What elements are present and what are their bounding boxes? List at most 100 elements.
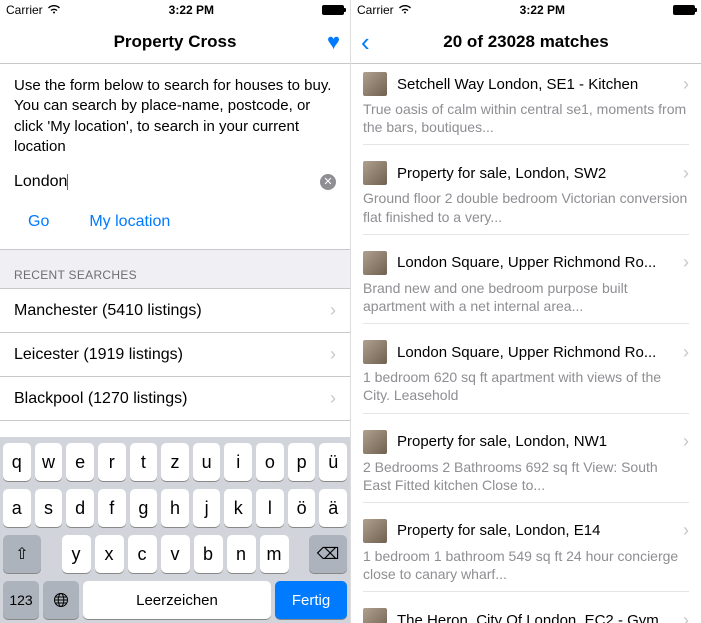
- letter-key-w[interactable]: w: [35, 443, 63, 481]
- letter-key-ä[interactable]: ä: [319, 489, 347, 527]
- result-description: Ground floor 2 double bedroom Victorian …: [363, 189, 689, 234]
- letter-key-a[interactable]: a: [3, 489, 31, 527]
- page-title: Property Cross: [50, 32, 300, 52]
- search-input-value: London: [14, 173, 67, 191]
- letter-key-d[interactable]: d: [66, 489, 94, 527]
- chevron-right-icon: ›: [330, 300, 336, 321]
- result-item[interactable]: Setchell Way London, SE1 - Kitchen › True …: [351, 64, 701, 153]
- letter-key-c[interactable]: c: [128, 535, 157, 573]
- result-item[interactable]: London Square, Upper Richmond Ro...›1 be…: [351, 332, 701, 421]
- search-field-row: London ✕: [0, 165, 350, 199]
- result-title: Setchell Way London, SE1 - Kitchen: [397, 76, 673, 93]
- recent-search-item[interactable]: Leicester (1919 listings) ›: [0, 333, 350, 377]
- search-input[interactable]: London: [14, 173, 320, 191]
- shift-key[interactable]: ⇧: [3, 535, 41, 573]
- result-item[interactable]: Property for sale, London, E14 › 1 bedroom…: [351, 511, 701, 600]
- letter-key-f[interactable]: f: [98, 489, 126, 527]
- instructions-text: Use the form below to search for houses …: [0, 64, 350, 165]
- search-screen: Carrier 3:22 PM Property Cross ♥ Use the…: [0, 0, 350, 623]
- numbers-key[interactable]: 123: [3, 581, 39, 619]
- navbar: ‹ 20 of 23028 matches: [351, 20, 701, 64]
- letter-key-p[interactable]: p: [288, 443, 316, 481]
- letter-key-n[interactable]: n: [227, 535, 256, 573]
- letter-key-j[interactable]: j: [193, 489, 221, 527]
- space-key[interactable]: Leerzeichen: [83, 581, 271, 619]
- letter-key-z[interactable]: z: [161, 443, 189, 481]
- go-button[interactable]: Go: [28, 213, 49, 231]
- navbar: Property Cross ♥: [0, 20, 350, 64]
- wifi-icon: [398, 3, 412, 17]
- result-thumbnail: [363, 608, 387, 623]
- recent-search-label: Blackpool (1270 listings): [14, 390, 187, 408]
- letter-key-l[interactable]: l: [256, 489, 284, 527]
- clock: 3:22 PM: [61, 3, 322, 17]
- letter-key-v[interactable]: v: [161, 535, 190, 573]
- chevron-right-icon: ›: [683, 74, 689, 95]
- letter-key-u[interactable]: u: [193, 443, 221, 481]
- favorites-heart-icon[interactable]: ♥: [327, 29, 340, 55]
- letter-key-y[interactable]: y: [62, 535, 91, 573]
- results-list: Setchell Way London, SE1 - Kitchen › True …: [351, 64, 701, 623]
- recent-searches-list: Manchester (5410 listings) › Leicester (…: [0, 289, 350, 421]
- carrier-label: Carrier: [6, 3, 43, 17]
- back-button[interactable]: ‹: [361, 29, 370, 55]
- action-buttons: Go My location: [0, 199, 350, 249]
- result-title: London Square, Upper Richmond Ro...: [397, 254, 673, 271]
- text-cursor: [67, 174, 68, 190]
- chevron-right-icon: ›: [683, 252, 689, 273]
- letter-key-g[interactable]: g: [130, 489, 158, 527]
- result-item[interactable]: London Square, Upper Richmond Ro... › Bran…: [351, 243, 701, 332]
- result-description: Brand new and one bedroom purpose built …: [363, 279, 689, 324]
- carrier-label: Carrier: [357, 3, 394, 17]
- result-thumbnail: [363, 72, 387, 96]
- battery-icon: [322, 5, 344, 15]
- result-description: 1 bedroom 620 sq ft apartment with views…: [363, 368, 689, 413]
- globe-key[interactable]: [43, 581, 79, 619]
- result-thumbnail: [363, 519, 387, 543]
- wifi-icon: [47, 3, 61, 17]
- result-description: True oasis of calm within central se1, m…: [363, 100, 689, 145]
- status-bar: Carrier 3:22 PM: [0, 0, 350, 20]
- recent-search-label: Manchester (5410 listings): [14, 302, 202, 320]
- letter-key-h[interactable]: h: [161, 489, 189, 527]
- chevron-right-icon: ›: [330, 344, 336, 365]
- result-description: 1 bedroom 1 bathroom 549 sq ft 24 hour c…: [363, 547, 689, 592]
- result-thumbnail: [363, 340, 387, 364]
- clock: 3:22 PM: [412, 3, 673, 17]
- letter-key-e[interactable]: e: [66, 443, 94, 481]
- result-title: Property for sale, London, E14: [397, 522, 673, 539]
- battery-icon: [673, 5, 695, 15]
- result-description: 2 Bedrooms 2 Bathrooms 692 sq ft View: S…: [363, 458, 689, 503]
- status-bar: Carrier 3:22 PM: [351, 0, 701, 20]
- result-thumbnail: [363, 430, 387, 454]
- result-item[interactable]: The Heron, City Of London, EC2 - Gym›Gal…: [351, 600, 701, 623]
- result-title: Property for sale, London, SW2: [397, 165, 673, 182]
- letter-key-q[interactable]: q: [3, 443, 31, 481]
- recent-searches-header: RECENT SEARCHES: [0, 249, 350, 289]
- my-location-button[interactable]: My location: [89, 213, 170, 231]
- letter-key-s[interactable]: s: [35, 489, 63, 527]
- result-item[interactable]: Property for sale, London, NW1›2 Bedroom…: [351, 422, 701, 511]
- letter-key-k[interactable]: k: [224, 489, 252, 527]
- recent-search-item[interactable]: Blackpool (1270 listings) ›: [0, 377, 350, 421]
- keyboard: qwertzuiopü asdfghjklöä ⇧ yxcvbnm ⌫ 123 …: [0, 437, 350, 623]
- letter-key-t[interactable]: t: [130, 443, 158, 481]
- letter-key-x[interactable]: x: [95, 535, 124, 573]
- done-key[interactable]: Fertig: [275, 581, 347, 619]
- letter-key-ü[interactable]: ü: [319, 443, 347, 481]
- recent-search-item[interactable]: Manchester (5410 listings) ›: [0, 289, 350, 333]
- clear-input-icon[interactable]: ✕: [320, 174, 336, 190]
- result-thumbnail: [363, 161, 387, 185]
- recent-search-label: Leicester (1919 listings): [14, 346, 183, 364]
- letter-key-ö[interactable]: ö: [288, 489, 316, 527]
- result-item[interactable]: Property for sale, London, SW2›Ground fl…: [351, 153, 701, 242]
- backspace-key[interactable]: ⌫: [309, 535, 347, 573]
- letter-key-r[interactable]: r: [98, 443, 126, 481]
- result-thumbnail: [363, 251, 387, 275]
- result-title: Property for sale, London, NW1: [397, 433, 673, 450]
- letter-key-i[interactable]: i: [224, 443, 252, 481]
- letter-key-b[interactable]: b: [194, 535, 223, 573]
- letter-key-m[interactable]: m: [260, 535, 289, 573]
- chevron-right-icon: ›: [683, 520, 689, 541]
- letter-key-o[interactable]: o: [256, 443, 284, 481]
